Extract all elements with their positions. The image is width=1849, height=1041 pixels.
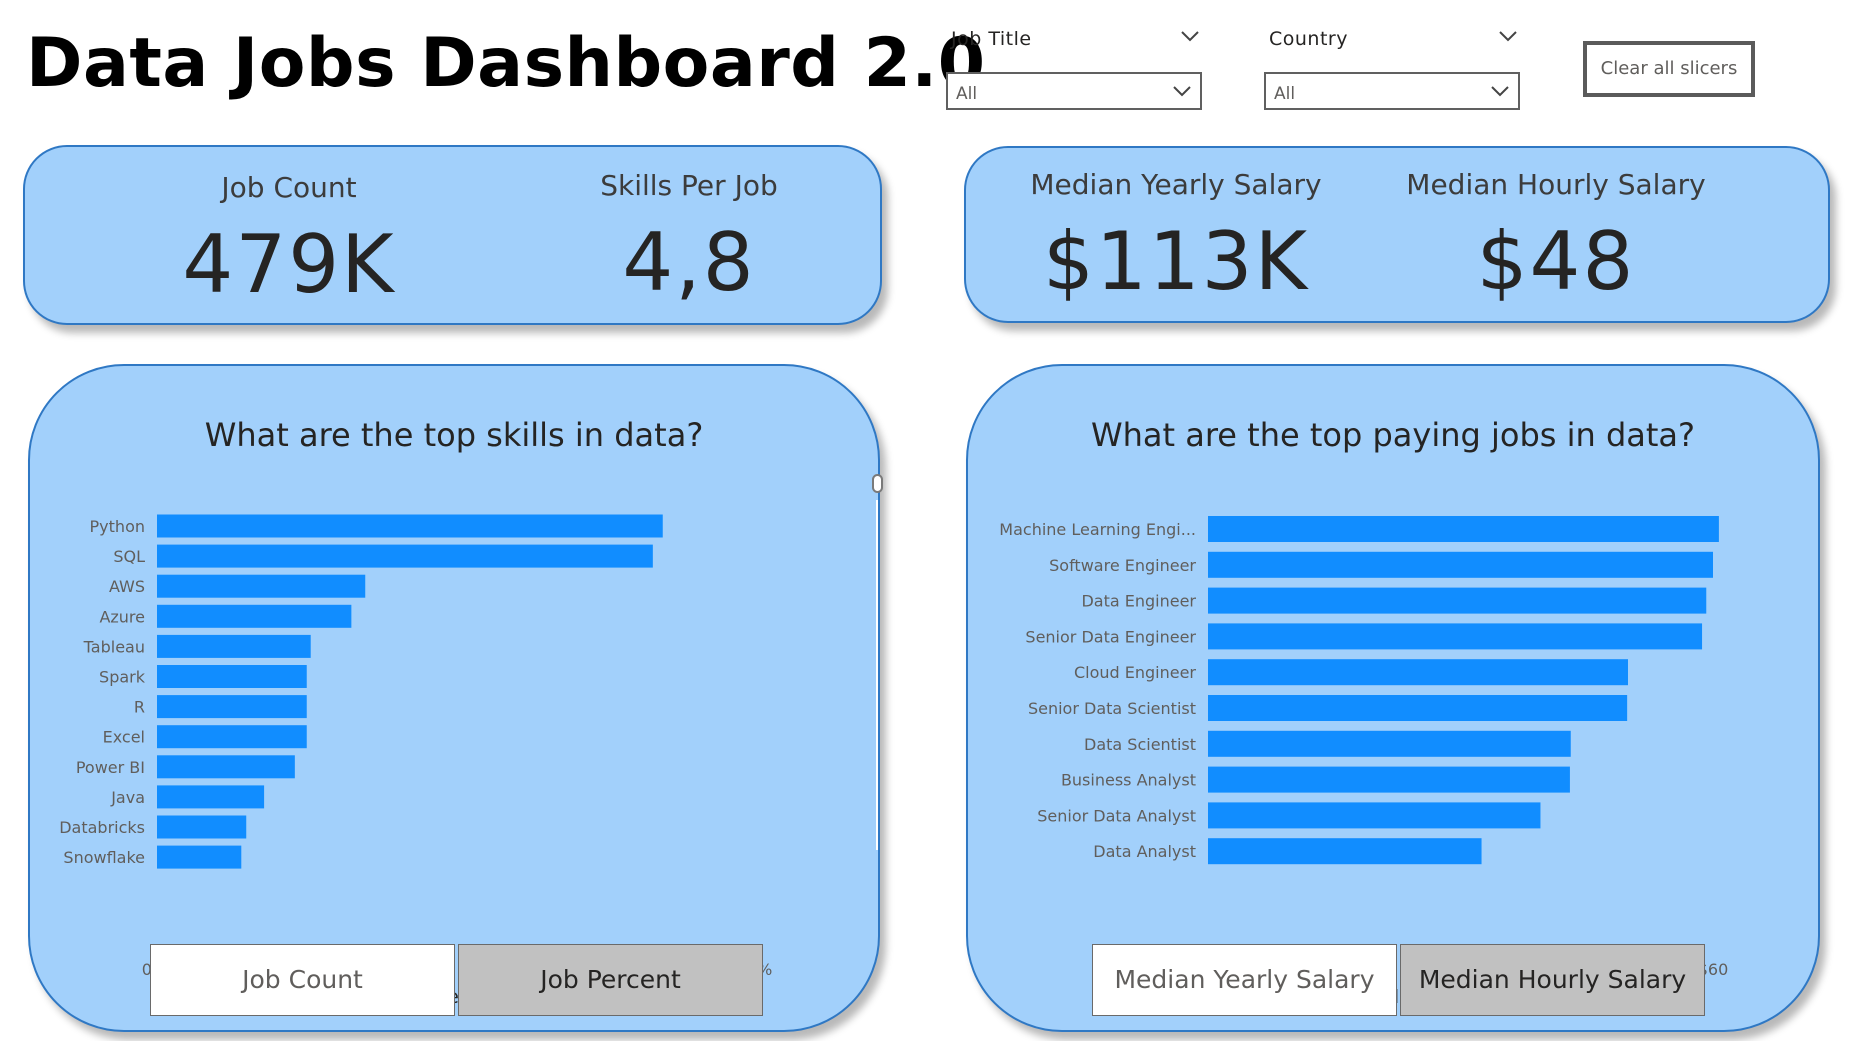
category-label: Business Analyst — [1061, 771, 1196, 790]
skills-chart-title: What are the top skills in data? — [204, 416, 704, 454]
skills-bar-chart: Python SQL AWS Azure Tableau Spark R Excel Power… — [59, 514, 772, 1006]
country-slicer[interactable]: Country All — [1264, 28, 1520, 110]
category-label: Azure — [99, 607, 145, 626]
bar[interactable] — [1208, 551, 1713, 578]
bar[interactable] — [157, 815, 247, 839]
bar[interactable] — [157, 845, 242, 869]
country-slicer-label: Country — [1269, 28, 1348, 50]
category-label: AWS — [109, 577, 145, 596]
skills-per-job-kpi: Skills Per Job 4,8 — [529, 169, 849, 309]
median-yearly-kpi: Median Yearly Salary $113K — [1006, 168, 1346, 308]
chevron-down-icon — [1491, 86, 1509, 97]
jobs-chart-title: What are the top paying jobs in data? — [1090, 416, 1695, 454]
bar[interactable] — [157, 725, 307, 749]
job-title-dropdown[interactable]: All — [946, 72, 1202, 110]
category-label: Machine Learning Engi... — [999, 520, 1196, 539]
job-count-value: 479K — [182, 218, 396, 311]
bar[interactable] — [157, 665, 307, 688]
job-percent-toggle-button[interactable]: Job Percent — [458, 944, 763, 1016]
skills-chart-card: What are the top skills in data? Python S… — [28, 364, 880, 1032]
dashboard-title: Data Jobs Dashboard 2.0 — [26, 24, 986, 103]
job-count-kpi: Job Count 479K — [129, 171, 449, 311]
kpi-card-jobs: Job Count 479K Skills Per Job 4,8 — [23, 145, 882, 325]
category-label: Spark — [99, 668, 146, 687]
bar[interactable] — [157, 544, 653, 568]
category-label: Data Analyst — [1093, 842, 1196, 861]
job-title-slicer[interactable]: Job Title All — [946, 28, 1202, 110]
job-title-slicer-label: Job Title — [951, 28, 1032, 50]
bar[interactable] — [1208, 730, 1571, 757]
bar[interactable] — [157, 785, 265, 809]
job-count-label: Job Count — [221, 171, 357, 204]
median-hourly-label: Median Hourly Salary — [1406, 168, 1706, 201]
jobs-chart-card: What are the top paying jobs in data? Ma… — [966, 364, 1820, 1032]
bar[interactable] — [1208, 659, 1628, 686]
chevron-down-icon[interactable] — [1180, 30, 1200, 42]
skills-per-job-label: Skills Per Job — [600, 169, 778, 202]
bar[interactable] — [157, 574, 366, 598]
category-label: Power BI — [76, 758, 145, 777]
category-label: SQL — [113, 547, 145, 566]
median-hourly-value: $48 — [1476, 215, 1636, 308]
job-title-selected-value: All — [956, 84, 978, 104]
median-yearly-label: Median Yearly Salary — [1030, 168, 1322, 201]
bar[interactable] — [157, 604, 352, 628]
skills-per-job-value: 4,8 — [622, 216, 756, 309]
category-label: Software Engineer — [1049, 556, 1196, 575]
bar[interactable] — [157, 695, 307, 719]
category-label: Excel — [103, 728, 145, 747]
median-yearly-toggle-button[interactable]: Median Yearly Salary — [1092, 944, 1397, 1016]
bar[interactable] — [1208, 802, 1541, 829]
job-count-toggle-button[interactable]: Job Count — [150, 944, 455, 1016]
category-label: Senior Data Scientist — [1028, 699, 1196, 718]
bar[interactable] — [157, 755, 295, 779]
scrollbar-handle[interactable] — [872, 474, 883, 493]
chevron-down-icon[interactable] — [1498, 30, 1518, 42]
bar[interactable] — [157, 634, 311, 658]
bar[interactable] — [1208, 587, 1707, 614]
category-label: Senior Data Engineer — [1025, 627, 1196, 646]
bar[interactable] — [1208, 838, 1482, 865]
median-yearly-value: $113K — [1042, 215, 1310, 308]
bar[interactable] — [157, 514, 663, 538]
median-hourly-toggle-button[interactable]: Median Hourly Salary — [1400, 944, 1705, 1016]
bar[interactable] — [1208, 766, 1570, 793]
clear-all-slicers-button[interactable]: Clear all slicers — [1583, 41, 1755, 97]
bar[interactable] — [1208, 695, 1628, 721]
category-label: Data Engineer — [1081, 592, 1196, 611]
jobs-bar-chart: Machine Learning Engi... Software Enginee… — [999, 516, 1728, 1006]
category-label: Cloud Engineer — [1074, 663, 1196, 682]
category-label: Databricks — [59, 818, 145, 837]
scrollbar-track[interactable] — [876, 500, 878, 850]
country-slicer-header[interactable]: Country — [1264, 28, 1520, 58]
category-label: Senior Data Analyst — [1037, 806, 1196, 825]
bar[interactable] — [1208, 516, 1719, 542]
chevron-down-icon — [1173, 86, 1191, 97]
median-hourly-kpi: Median Hourly Salary $48 — [1386, 168, 1726, 308]
country-selected-value: All — [1274, 84, 1296, 104]
kpi-card-salary: Median Yearly Salary $113K Median Hourly… — [964, 146, 1830, 323]
bar[interactable] — [1208, 623, 1703, 650]
category-label: Java — [110, 788, 145, 807]
category-label: R — [134, 698, 145, 717]
category-label: Python — [90, 517, 145, 536]
category-label: Snowflake — [63, 848, 145, 867]
job-title-slicer-header[interactable]: Job Title — [946, 28, 1202, 58]
category-label: Tableau — [83, 637, 145, 656]
category-label: Data Scientist — [1084, 735, 1196, 754]
country-dropdown[interactable]: All — [1264, 72, 1520, 110]
